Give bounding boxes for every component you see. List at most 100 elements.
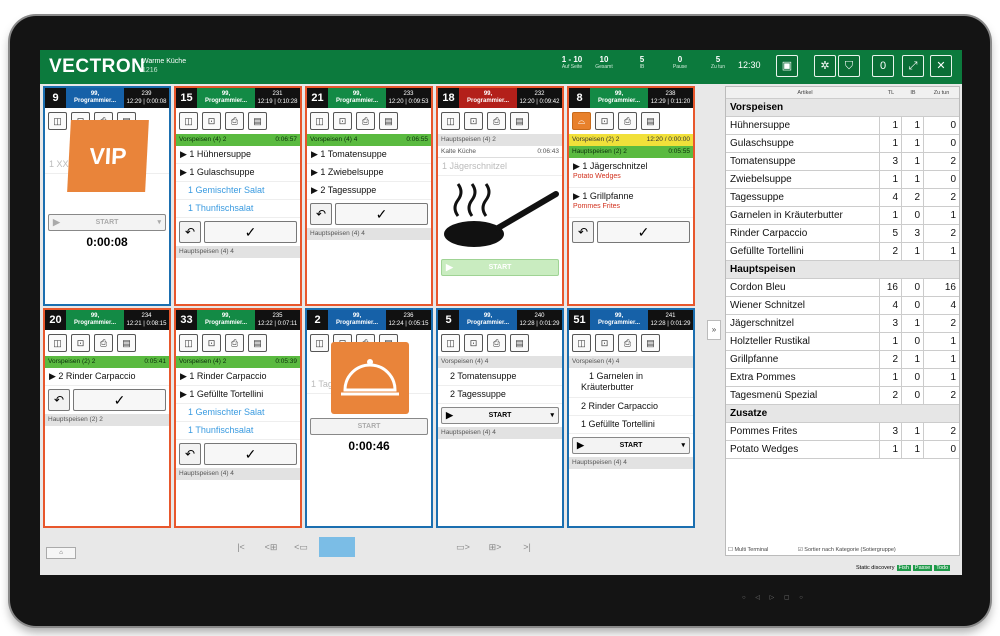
fullscreen-icon[interactable]: ⤢ — [902, 55, 924, 77]
confirm-button[interactable]: ✓ — [204, 443, 297, 465]
receipt-icon[interactable]: ▤ — [248, 112, 267, 130]
order-ticket[interactable]: 51 99, Programmier... 241 12:28 | 0:01:29 ◫ ⊡ ⎙… — [567, 308, 695, 528]
summary-row[interactable]: Tagesmenü Spezial 2 0 2 — [726, 387, 959, 405]
close-icon[interactable]: ✕ — [930, 55, 952, 77]
receipt-icon[interactable]: ▤ — [641, 112, 660, 130]
focus-icon[interactable]: ⊡ — [202, 112, 221, 130]
next-course-section[interactable]: Hauptspeisen (4) 4 — [307, 228, 431, 240]
confirm-button[interactable]: ✓ — [204, 221, 297, 243]
print-icon[interactable]: ⎙ — [487, 112, 506, 130]
expand-panel-button[interactable]: » — [707, 320, 721, 340]
prev-page-button[interactable]: <▭ — [286, 537, 316, 557]
summary-row[interactable]: Pommes Frites 3 1 2 — [726, 423, 959, 441]
receipt-icon[interactable]: ▤ — [379, 112, 398, 130]
split-icon[interactable]: ◫ — [48, 112, 67, 130]
order-item[interactable]: ▶ 1 Gefüllte Tortellini — [176, 386, 300, 404]
focus-icon[interactable]: ⊡ — [595, 334, 614, 352]
start-button[interactable]: ▶ START ▾ — [572, 437, 690, 454]
print-icon[interactable]: ⎙ — [356, 112, 375, 130]
split-icon[interactable]: ◫ — [572, 334, 591, 352]
current-page-indicator[interactable] — [319, 537, 355, 557]
focus-icon[interactable]: ⊡ — [464, 112, 483, 130]
order-ticket[interactable]: 15 99, Programmier... 231 12:19 | 0:10:28 ◫ ⊡ ⎙… — [174, 86, 302, 306]
order-ticket[interactable]: 20 99, Programmier... 234 12:21 | 0:08:15 ◫ ⊡ ⎙… — [43, 308, 171, 528]
prev-block-button[interactable]: <⊞ — [256, 537, 286, 557]
course-section-2[interactable]: Hauptspeisen (2) 2 0:05:55 — [569, 146, 693, 158]
print-icon[interactable]: ⎙ — [225, 334, 244, 352]
home-button[interactable]: ⌂ — [46, 547, 76, 559]
split-icon[interactable]: ◫ — [179, 334, 198, 352]
undo-button[interactable]: ↶ — [48, 389, 70, 411]
next-course-section[interactable]: Hauptspeisen (2) 2 — [45, 414, 169, 426]
undo-button[interactable]: ↶ — [310, 203, 332, 225]
order-ticket[interactable]: 8 99, Programmier... 238 12:29 | 0:11:20 ⌓ ⊡ ⎙ ▤… — [567, 86, 695, 306]
course-section[interactable]: Vorspeisen (4) 2 0:05:39 — [176, 356, 300, 368]
confirm-button[interactable]: ✓ — [335, 203, 428, 225]
split-icon[interactable]: ◫ — [310, 112, 329, 130]
receipt-icon[interactable]: ▤ — [248, 334, 267, 352]
undo-button[interactable]: ↶ — [572, 221, 594, 243]
next-course-section[interactable]: Hauptspeisen (4) 4 — [176, 468, 300, 480]
order-item[interactable]: ▶ 1 Gulaschsuppe — [176, 164, 300, 182]
course-section[interactable]: Vorspeisen (4) 4 — [569, 356, 693, 368]
start-button[interactable]: ▶ START ▾ — [48, 214, 166, 231]
summary-row[interactable]: Gefüllte Tortellini 2 1 1 — [726, 243, 959, 261]
split-icon[interactable]: ⌓ — [572, 112, 591, 130]
order-item[interactable]: ▶ 1 Tomatensuppe — [307, 146, 431, 164]
order-ticket[interactable]: 5 99, Programmier... 240 12:28 | 0:01:29 ◫ ⊡ ⎙ ▤… — [436, 308, 564, 528]
start-button[interactable]: ▶ START ▾ — [441, 407, 559, 424]
summary-row[interactable]: Extra Pommes 1 0 1 — [726, 369, 959, 387]
summary-row[interactable]: Garnelen in Kräuterbutter 1 0 1 — [726, 207, 959, 225]
order-item[interactable]: ▶ 1 Grillpfanne Pommes Frites — [569, 188, 693, 218]
start-button[interactable]: ▶ START — [441, 259, 559, 276]
counter-icon[interactable]: 0 — [872, 55, 894, 77]
order-ticket[interactable]: 999,Programmier...23912:29 | 0:00:08◫⊡⎙▤… — [43, 86, 171, 306]
order-ticket[interactable]: 299,Programmier...23612:24 | 0:05:15◫⊡⎙▤… — [305, 308, 433, 528]
summary-row[interactable]: Tomatensuppe 3 1 2 — [726, 153, 959, 171]
order-item[interactable]: ▶ 1 Rinder Carpaccio — [176, 368, 300, 386]
order-item[interactable]: ▶ 2 Rinder Carpaccio — [45, 368, 169, 386]
next-course-section[interactable]: Hauptspeisen (4) 4 — [176, 246, 300, 258]
order-item[interactable]: ▶ 2 Tagessuppe — [307, 182, 431, 200]
summary-row[interactable]: Tagessuppe 4 2 2 — [726, 189, 959, 207]
summary-row[interactable]: Zwiebelsuppe 1 1 0 — [726, 171, 959, 189]
print-icon[interactable]: ⎙ — [618, 334, 637, 352]
course-section[interactable]: Vorspeisen (4) 4 — [438, 356, 562, 368]
split-icon[interactable]: ◫ — [179, 112, 198, 130]
filter-icon[interactable]: ⛉ — [838, 55, 860, 77]
order-item[interactable]: 2 Tomatensuppe — [438, 368, 562, 386]
print-icon[interactable]: ⎙ — [225, 112, 244, 130]
undo-button[interactable]: ↶ — [179, 443, 201, 465]
summary-row[interactable]: Gulaschsuppe 1 1 0 — [726, 135, 959, 153]
multi-terminal-option[interactable]: ☐ Multi Terminal — [728, 547, 782, 553]
summary-row[interactable]: Grillpfanne 2 1 1 — [726, 351, 959, 369]
course-section[interactable]: Vorspeisen (2) 2 12:20 / 0:00:00 — [569, 134, 693, 146]
first-page-button[interactable]: |< — [226, 537, 256, 557]
focus-icon[interactable]: ⊡ — [595, 112, 614, 130]
next-course-section[interactable]: Hauptspeisen (4) 4 — [569, 457, 693, 469]
course-section[interactable]: Vorspeisen (4) 4 0:06:55 — [307, 134, 431, 146]
summary-row[interactable]: Cordon Bleu 16 0 16 — [726, 279, 959, 297]
course-section[interactable]: Hauptspeisen (4) 2 — [438, 134, 562, 146]
print-icon[interactable]: ⎙ — [618, 112, 637, 130]
order-item[interactable]: ▶ 1 Zwiebelsuppe — [307, 164, 431, 182]
course-section[interactable]: Vorspeisen (4) 2 0:06:57 — [176, 134, 300, 146]
screen-icon[interactable]: ▣ — [776, 55, 798, 77]
order-item[interactable]: 1 Garnelen in Kräuterbutter — [569, 368, 693, 398]
course-section[interactable]: Vorspeisen (2) 2 0:05:41 — [45, 356, 169, 368]
completed-item[interactable]: 1 Gemischter Salat — [176, 182, 300, 200]
completed-item[interactable]: 1 Thunfischsalat — [176, 422, 300, 440]
print-icon[interactable]: ⎙ — [94, 334, 113, 352]
summary-row[interactable]: Hühnersuppe 1 1 0 — [726, 117, 959, 135]
order-item[interactable]: ▶ 1 Hühnersuppe — [176, 146, 300, 164]
completed-item[interactable]: 1 Gemischter Salat — [176, 404, 300, 422]
split-icon[interactable]: ◫ — [310, 334, 329, 352]
start-button[interactable]: START — [310, 418, 428, 435]
focus-icon[interactable]: ⊡ — [202, 334, 221, 352]
next-course-section[interactable]: Hauptspeisen (4) 4 — [438, 427, 562, 439]
next-block-button[interactable]: ⊞> — [480, 537, 510, 557]
summary-row[interactable]: Wiener Schnitzel 4 0 4 — [726, 297, 959, 315]
print-icon[interactable]: ⎙ — [487, 334, 506, 352]
focus-icon[interactable]: ⊡ — [71, 334, 90, 352]
sort-option[interactable]: ☑ Sortier nach Kategorie (Sotiergruppe) — [798, 547, 910, 553]
